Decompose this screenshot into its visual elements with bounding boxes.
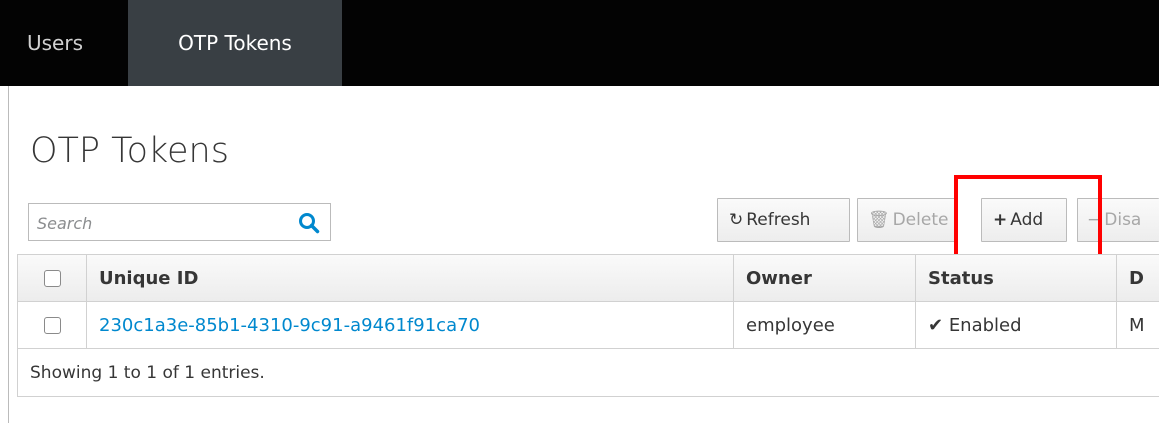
column-header-status[interactable]: Status <box>915 254 1117 302</box>
tab-users[interactable]: Users <box>27 0 83 86</box>
table-row: 230c1a3e-85b1-4310-9c91-a9461f91ca70 emp… <box>17 301 1159 349</box>
column-header-owner[interactable]: Owner <box>733 254 916 302</box>
content-border <box>8 86 9 423</box>
row-checkbox[interactable] <box>43 317 61 334</box>
d-cell: M <box>1116 301 1159 349</box>
search-icon[interactable] <box>298 212 320 234</box>
column-header-unique-id[interactable]: Unique ID <box>86 254 734 302</box>
owner-cell: employee <box>733 301 916 349</box>
disable-label: Disa <box>1104 210 1142 230</box>
tab-otp-tokens[interactable]: OTP Tokens <box>128 0 342 86</box>
top-navigation: Users OTP Tokens <box>0 0 1159 86</box>
trash-icon: 🗑 <box>868 210 890 230</box>
page-title: OTP Tokens <box>30 131 229 171</box>
refresh-button[interactable]: ↻ Refresh <box>717 198 850 242</box>
token-link[interactable]: 230c1a3e-85b1-4310-9c91-a9461f91ca70 <box>99 315 480 336</box>
table-header-row: Unique ID Owner Status D <box>17 254 1159 302</box>
delete-label: Delete <box>892 210 949 230</box>
select-all-cell <box>17 254 87 302</box>
row-select-cell <box>17 301 87 349</box>
column-header-d[interactable]: D <box>1116 254 1159 302</box>
unique-id-cell: 230c1a3e-85b1-4310-9c91-a9461f91ca70 <box>86 301 734 349</box>
refresh-label: Refresh <box>746 210 811 230</box>
refresh-icon: ↻ <box>729 210 744 230</box>
select-all-checkbox[interactable] <box>43 270 61 287</box>
status-cell: ✔ Enabled <box>915 301 1117 349</box>
search-input[interactable] <box>35 204 299 242</box>
search-box <box>28 203 331 242</box>
entries-summary: Showing 1 to 1 of 1 entries. <box>17 348 1159 397</box>
delete-button[interactable]: 🗑 Delete <box>857 198 957 242</box>
check-icon: ✔ <box>928 314 949 336</box>
status-value: Enabled <box>948 314 1022 336</box>
table-footer: Showing 1 to 1 of 1 entries. <box>17 348 1159 397</box>
otp-tokens-table: Unique ID Owner Status D 230c1a3e-85b1-4… <box>17 254 1159 397</box>
